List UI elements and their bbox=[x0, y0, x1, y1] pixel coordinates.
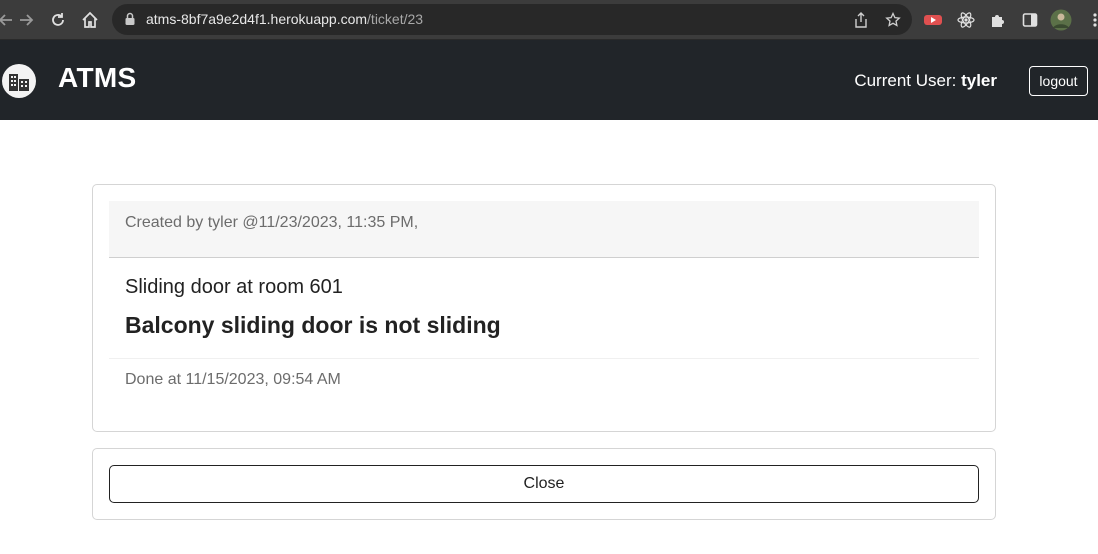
ticket-card: Created by tyler @11/23/2023, 11:35 PM, … bbox=[92, 184, 996, 432]
brand-title[interactable]: ATMS bbox=[58, 62, 136, 94]
browser-menu-icon[interactable] bbox=[1084, 9, 1098, 31]
close-card: Close bbox=[92, 448, 996, 520]
ticket-created-info: Created by tyler @11/23/2023, 11:35 PM, bbox=[125, 214, 419, 231]
extension-red-icon[interactable] bbox=[922, 9, 944, 31]
ticket-description: Balcony sliding door is not sliding bbox=[125, 312, 501, 338]
profile-avatar-icon[interactable] bbox=[1050, 9, 1072, 31]
url-host: atms-8bf7a9e2d4f1.herokuapp.com bbox=[146, 11, 368, 27]
card-footer-divider bbox=[109, 358, 979, 359]
reload-icon[interactable] bbox=[46, 8, 70, 32]
close-button[interactable]: Close bbox=[109, 465, 979, 503]
building-logo-icon[interactable] bbox=[2, 64, 36, 98]
forward-icon[interactable] bbox=[14, 8, 38, 32]
side-panel-icon[interactable] bbox=[1019, 9, 1041, 31]
ticket-done-info: Done at 11/15/2023, 09:54 AM bbox=[125, 371, 341, 388]
react-devtools-icon[interactable] bbox=[955, 9, 977, 31]
ticket-card-header: Created by tyler @11/23/2023, 11:35 PM, bbox=[109, 201, 979, 258]
share-icon[interactable] bbox=[852, 11, 870, 29]
current-username: tyler bbox=[961, 71, 997, 90]
logout-button[interactable]: logout bbox=[1029, 66, 1088, 96]
app-navbar: ATMS Current User: tyler logout bbox=[0, 40, 1098, 120]
current-user-prefix: Current User: bbox=[854, 71, 962, 90]
address-bar[interactable]: atms-8bf7a9e2d4f1.herokuapp.com/ticket/2… bbox=[112, 4, 912, 35]
lock-icon bbox=[124, 12, 136, 31]
home-icon[interactable] bbox=[78, 8, 102, 32]
ticket-title: Sliding door at room 601 bbox=[125, 276, 343, 298]
browser-toolbar: atms-8bf7a9e2d4f1.herokuapp.com/ticket/2… bbox=[0, 0, 1098, 40]
url-text: atms-8bf7a9e2d4f1.herokuapp.com/ticket/2… bbox=[146, 11, 423, 27]
extensions-puzzle-icon[interactable] bbox=[987, 9, 1009, 31]
bookmark-star-icon[interactable] bbox=[884, 11, 902, 29]
url-path: /ticket/23 bbox=[367, 11, 424, 27]
current-user-label: Current User: tyler bbox=[854, 71, 997, 91]
